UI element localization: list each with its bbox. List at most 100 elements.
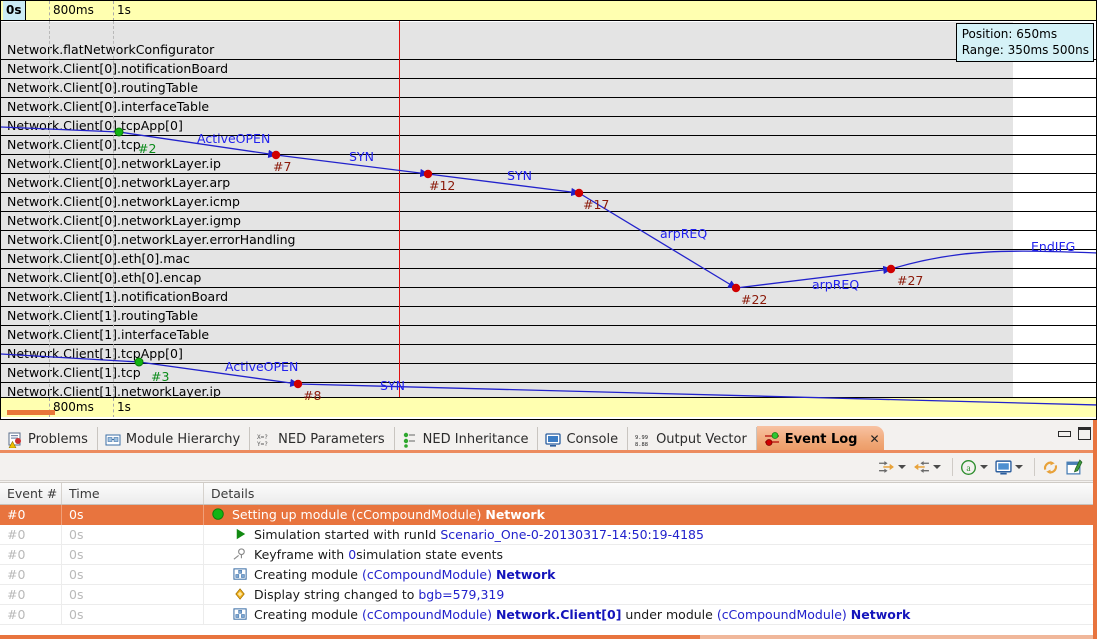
view-tab-bar[interactable]: Problems Module Hierarchy X=? Y=? NED Parame… [0,424,1097,452]
message-label: SYN [507,168,532,183]
axis-row[interactable]: Network.Client[0].networkLayer.igmp [1,212,1096,231]
axis-row[interactable]: Network.Client[0].routingTable [1,79,1096,98]
cursor-line [399,21,400,397]
details-fragment: 0 [348,546,357,562]
axis-row[interactable]: Network.Client[0].tcpApp[0] [1,117,1096,136]
axis-label: Network.flatNetworkConfigurator [7,42,215,57]
axis-row[interactable]: Network.Client[0].networkLayer.errorHand… [1,231,1096,250]
table-row[interactable]: #0 0s Setting up module (cCompoundModule) … [0,504,1097,525]
axis-row[interactable]: Network.Client[1].routingTable [1,307,1096,326]
axis-row[interactable]: Network.Client[1].tcpApp[0] [1,345,1096,364]
event-log-toolbar[interactable]: a [0,453,1097,481]
axis-row[interactable]: Network.Client[0].networkLayer.icmp [1,193,1096,212]
ruler-tick: 800ms [53,3,94,17]
sequence-chart-canvas[interactable]: Network.flatNetworkConfigurator Network.C… [0,0,1097,420]
column-header-details[interactable]: Details [204,483,1097,504]
scrollbar-track[interactable] [700,635,1097,639]
diamond-icon [233,587,248,602]
column-header-time[interactable]: Time [62,483,204,504]
cell-event-number: #0 [0,584,62,605]
filter-right-button[interactable] [878,459,906,476]
axis-row[interactable]: Network.Client[0].interfaceTable [1,98,1096,117]
chevron-down-icon[interactable] [898,465,906,469]
axis-label: Network.Client[0].routingTable [7,80,199,95]
timeline-ruler-top[interactable]: 0s 800ms 1s [1,1,1096,21]
arrows-left-icon[interactable] [913,459,930,476]
new-window-icon[interactable] [1066,458,1083,476]
name-mode-button[interactable]: a [960,459,988,476]
axis-row[interactable]: Network.flatNetworkConfigurator [1,41,1096,60]
close-icon[interactable]: ✕ [868,432,880,446]
axis-row[interactable]: Network.Client[1].interfaceTable [1,326,1096,345]
axis-row[interactable]: Network.Client[0].tcp [1,136,1096,155]
cell-time: 0s [62,584,204,605]
vertical-scrollbar[interactable] [1093,420,1097,639]
ruler-tick: 0s [3,1,26,20]
table-row[interactable]: #0 0s Creating module (cCompoundModule) Ne… [0,604,1097,625]
axis-row[interactable]: Network.Client[1].notificationBoard [1,288,1096,307]
cell-details: Creating module (cCompoundModule) Networ… [204,605,1097,625]
toolbar-separator [1034,458,1035,476]
output-vector-icon: 9.99 8.88 [635,432,651,448]
cell-event-number: #0 [0,604,62,625]
details-fragment: Creating module [254,606,362,622]
maximize-button[interactable] [1078,427,1091,440]
ned-inheritance-icon [402,432,418,448]
chevron-down-icon[interactable] [1015,465,1023,469]
position-label: Position: 650ms [961,27,1058,41]
range-label: Range: 350ms 500ns [961,43,1089,57]
timeline-ruler-bottom[interactable]: 800ms 1s [1,397,1096,417]
arrows-right-icon[interactable] [878,459,895,476]
tab-event-log[interactable]: Event Log ✕ [756,426,885,452]
cell-time: 0s [62,604,204,625]
monitor-icon[interactable] [995,459,1012,476]
axis-row[interactable]: Network.Client[0].notificationBoard [1,60,1096,79]
axis-row[interactable]: Network.Client[0].eth[0].mac [1,250,1096,269]
table-row[interactable]: #0 0s Simulation started with runId Scenar… [0,524,1097,545]
details-fragment: Network [850,606,911,622]
cell-event-number: #0 [0,524,62,545]
tab-module-hierarchy[interactable]: Module Hierarchy [98,427,251,452]
cell-details: Keyframe with 0simulation state events [204,545,1097,565]
scrollbar-thumb[interactable] [0,635,700,639]
svg-text:8.88: 8.88 [635,442,648,448]
chevron-down-icon[interactable] [980,465,988,469]
table-header-row: Event # Time Details [0,483,1097,505]
axis-row[interactable]: Network.Client[0].eth[0].encap [1,269,1096,288]
position-range-info: Position: 650ms Range: 350ms 500ns [955,23,1094,62]
tab-label: NED Inheritance [422,432,529,447]
axis-row[interactable]: Network.Client[0].networkLayer.ip [1,155,1096,174]
event-number-label: #8 [303,388,322,403]
display-mode-button[interactable] [995,459,1023,476]
new-view-button[interactable] [1066,458,1083,476]
minimize-button[interactable] [1058,430,1071,437]
event-log-table[interactable]: Event # Time Details #0 0s Setting up modu… [0,482,1097,639]
tab-problems[interactable]: Problems [0,427,98,452]
bottom-view-panel: Problems Module Hierarchy X=? Y=? NED Parame… [0,420,1097,639]
table-row[interactable]: #0 0s Display string changed to bgb=579,31… [0,584,1097,605]
horizontal-scrollbar[interactable] [0,635,1097,639]
details-text: Creating module (cCompoundModule) Networ… [254,565,555,585]
table-row[interactable]: #0 0s Keyframe with 0simulation state even… [0,544,1097,565]
column-header-event[interactable]: Event # [0,483,62,504]
chevron-down-icon[interactable] [933,465,941,469]
tab-ned-inheritance[interactable]: NED Inheritance [395,427,539,452]
details-fragment: Simulation started with runId [254,526,441,542]
table-body[interactable]: #0 0s Setting up module (cCompoundModule) … [0,504,1097,625]
axis-label: Network.Client[1].tcpApp[0] [7,346,183,361]
tab-ned-parameters[interactable]: X=? Y=? NED Parameters [250,427,395,452]
event-number-label: #22 [741,292,768,307]
details-fragment: (cCompoundModule) [351,506,486,522]
message-label: SYN [380,378,405,393]
axis-row[interactable]: Network.Client[0].networkLayer.arp [1,174,1096,193]
refresh-button[interactable] [1042,459,1059,476]
panel-window-buttons[interactable] [1058,427,1091,440]
cell-event-number: #0 [0,564,62,585]
table-row[interactable]: #0 0s Creating module (cCompoundModule) Ne… [0,564,1097,585]
tab-console[interactable]: Console [538,427,629,452]
filter-left-button[interactable] [913,459,941,476]
at-circle-icon[interactable]: a [960,459,977,476]
refresh-icon[interactable] [1042,459,1059,476]
tab-output-vector[interactable]: 9.99 8.88 Output Vector [628,427,757,452]
cell-time: 0s [62,544,204,565]
